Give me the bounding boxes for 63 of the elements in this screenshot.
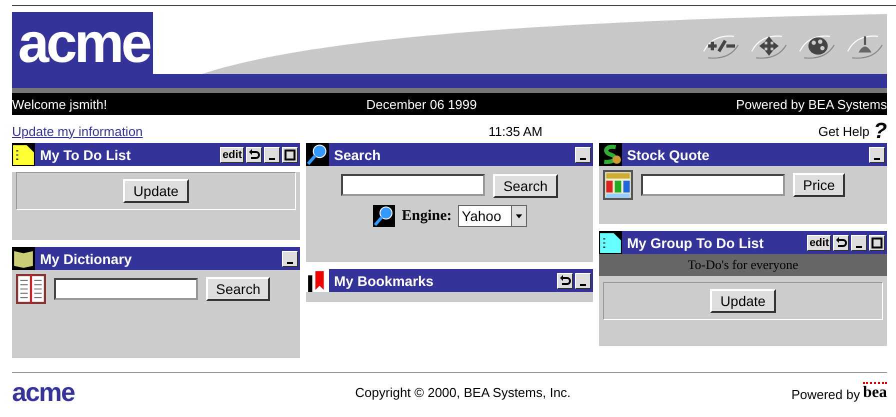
minimize-button[interactable]: [264, 146, 280, 162]
portlet-title: My Group To Do List: [627, 234, 765, 250]
magnifier-icon: [372, 205, 396, 227]
undo-icon: [835, 236, 847, 248]
portlet-title: My Bookmarks: [334, 272, 435, 288]
get-help-link[interactable]: Get Help: [818, 124, 870, 138]
dropdown-arrow-icon: [515, 212, 524, 220]
undo-icon: [248, 148, 260, 160]
powered-by-text: Powered by: [791, 387, 860, 402]
maximize-button[interactable]: [282, 146, 298, 162]
dollar-coin-icon: [599, 143, 622, 166]
word-field[interactable]: [54, 278, 198, 300]
edit-button[interactable]: edit: [220, 146, 244, 162]
minimize-button[interactable]: [575, 146, 591, 162]
help-icon[interactable]: ?: [874, 121, 887, 141]
acme-logo: acme: [12, 12, 154, 74]
search-field[interactable]: [341, 174, 486, 196]
maximize-icon: [871, 236, 883, 248]
update-button[interactable]: Update: [710, 289, 776, 313]
note-icon: [599, 231, 622, 254]
date-text: December 06 1999: [366, 96, 477, 112]
update-button[interactable]: Update: [123, 179, 189, 203]
bookmark-icon: [306, 269, 329, 292]
copyright-text: Copyright © 2000, BEA Systems, Inc.: [355, 384, 571, 400]
engine-label: Engine:: [402, 208, 452, 224]
minimize-icon: [580, 158, 586, 160]
acme-logo: acme: [12, 376, 74, 408]
portlet-title: My To Do List: [40, 146, 132, 162]
bea-logo: bea: [862, 382, 887, 402]
edit-button[interactable]: edit: [807, 234, 831, 250]
update-info-link[interactable]: Update my information: [12, 124, 143, 138]
time-text: 11:35 AM: [488, 124, 542, 138]
search-button[interactable]: Search: [206, 277, 270, 301]
minimize-button[interactable]: [851, 234, 867, 250]
currency-icon: [603, 170, 633, 200]
magnifier-icon: [306, 143, 329, 166]
minimize-icon: [580, 284, 586, 286]
note-icon: [12, 143, 35, 166]
portlet-title: My Dictionary: [40, 250, 133, 266]
engine-dropdown[interactable]: Yahoo: [458, 205, 528, 227]
minimize-icon: [287, 262, 293, 264]
minimize-button[interactable]: [575, 272, 591, 288]
undo-button[interactable]: [557, 272, 573, 288]
maximize-button[interactable]: [869, 234, 885, 250]
minimize-button[interactable]: [282, 250, 298, 266]
welcome-text: Welcome jsmith!: [12, 96, 108, 112]
minimize-icon: [874, 158, 880, 160]
minimize-icon: [856, 246, 862, 248]
undo-button[interactable]: [833, 234, 849, 250]
minimize-icon: [269, 158, 275, 160]
group-banner: To-Do's for everyone: [599, 254, 887, 276]
undo-button[interactable]: [246, 146, 262, 162]
powered-by-text: Powered by BEA Systems: [736, 96, 887, 112]
maximize-icon: [284, 148, 296, 160]
search-button[interactable]: Search: [493, 174, 558, 198]
price-button[interactable]: Price: [793, 173, 845, 197]
minimize-button[interactable]: [869, 146, 885, 162]
portlet-title: Stock Quote: [627, 146, 710, 162]
symbol-field[interactable]: [641, 174, 785, 196]
portlet-title: Search: [334, 146, 382, 162]
dictionary-icon: [16, 274, 46, 304]
book-icon: [12, 247, 35, 270]
undo-icon: [559, 274, 571, 286]
